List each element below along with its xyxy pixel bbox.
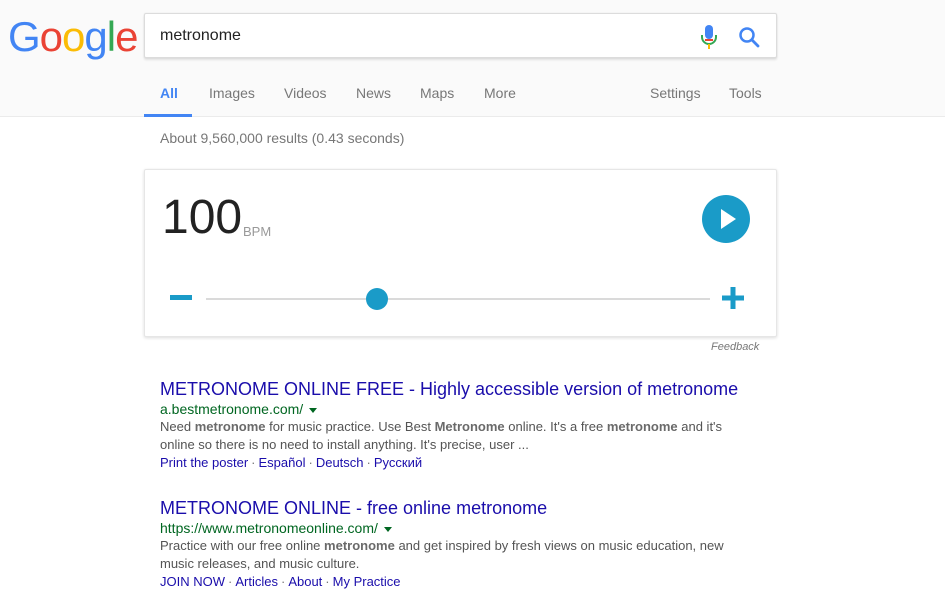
url-dropdown-caret-icon[interactable]	[309, 407, 318, 413]
sitelink-separator: ·	[280, 574, 286, 589]
play-button[interactable]	[702, 195, 750, 243]
plus-icon[interactable]	[722, 287, 744, 309]
metronome-card: 100 BPM	[144, 169, 777, 337]
logo-letter: l	[106, 13, 116, 60]
tempo-slider-thumb[interactable]	[366, 288, 389, 310]
logo-letter: e	[115, 13, 138, 60]
tab-all[interactable]: All	[160, 85, 178, 101]
search-result: METRONOME ONLINE - free online metronome…	[160, 497, 760, 591]
search-tabs: All Images Videos News Maps More Setting…	[0, 77, 945, 117]
snippet-text: for music practice. Use Best	[265, 419, 435, 434]
sitelink[interactable]: JOIN NOW	[160, 574, 225, 589]
bpm-unit: BPM	[243, 224, 272, 239]
result-url-text: a.bestmetronome.com/	[160, 401, 304, 417]
snippet-keyword: metronome	[606, 419, 678, 434]
search-header: Google metronome All Images Videos News …	[0, 0, 945, 117]
search-result: METRONOME ONLINE FREE - Highly accessibl…	[160, 378, 760, 472]
sitelink[interactable]: Articles	[235, 574, 278, 589]
result-snippet: Practice with our free online metronome …	[160, 537, 760, 573]
snippet-text: Practice with our free online	[160, 538, 325, 553]
sitelink[interactable]: My Practice	[333, 574, 401, 589]
snippet-text: Need	[160, 419, 195, 434]
sitelink-separator: ·	[251, 455, 256, 470]
sitelink-separator: ·	[308, 455, 313, 470]
tab-videos[interactable]: Videos	[284, 85, 327, 101]
bpm-value: 100	[162, 191, 243, 244]
sitelink[interactable]: Русский	[374, 455, 422, 470]
logo-letter: G	[8, 13, 41, 60]
logo-letter: o	[62, 13, 85, 60]
tab-images[interactable]: Images	[209, 85, 255, 101]
result-title-link[interactable]: METRONOME ONLINE FREE - Highly accessibl…	[160, 378, 760, 400]
result-url: https://www.metronomeonline.com/	[160, 519, 760, 537]
sitelink-separator: ·	[325, 574, 330, 589]
sitelink[interactable]: Español	[259, 455, 306, 470]
result-title-link[interactable]: METRONOME ONLINE - free online metronome	[160, 497, 760, 519]
sitelink[interactable]: Print the poster	[160, 455, 248, 470]
tab-news[interactable]: News	[356, 85, 391, 101]
search-input[interactable]: metronome	[160, 27, 241, 45]
sitelink-separator: ·	[228, 574, 233, 589]
logo-letter: o	[39, 13, 63, 60]
result-sitelinks: JOIN NOW · Articles · About · My Practice	[160, 573, 760, 591]
search-box[interactable]: metronome	[144, 13, 777, 58]
play-icon	[721, 209, 736, 229]
snippet-text: online. It's a free	[504, 419, 607, 434]
google-logo[interactable]: Google	[8, 13, 138, 61]
tempo-slider-track[interactable]	[206, 298, 710, 300]
snippet-keyword: Metronome	[434, 419, 505, 434]
tab-settings[interactable]: Settings	[650, 85, 701, 101]
tab-maps[interactable]: Maps	[420, 85, 454, 101]
microphone-icon[interactable]	[700, 24, 718, 50]
logo-letter: g	[84, 13, 107, 60]
result-url: a.bestmetronome.com/	[160, 400, 760, 418]
url-dropdown-caret-icon[interactable]	[383, 526, 392, 532]
snippet-keyword: metronome	[324, 538, 395, 553]
feedback-link[interactable]: Feedback	[711, 341, 759, 353]
result-snippet: Need metronome for music practice. Use B…	[160, 418, 760, 454]
sitelink-separator: ·	[366, 455, 371, 470]
tab-more[interactable]: More	[484, 85, 516, 101]
result-stats: About 9,560,000 results (0.43 seconds)	[160, 130, 405, 146]
sitelink[interactable]: About	[288, 574, 322, 589]
magnifier-icon[interactable]	[738, 26, 760, 48]
tab-tools[interactable]: Tools	[729, 85, 762, 101]
active-tab-indicator	[144, 114, 192, 117]
sitelink[interactable]: Deutsch	[316, 455, 364, 470]
result-sitelinks: Print the poster · Español · Deutsch · Русский	[160, 454, 760, 472]
result-url-text: https://www.metronomeonline.com/	[160, 520, 378, 536]
snippet-keyword: metronome	[194, 419, 266, 434]
minus-icon[interactable]	[170, 287, 192, 309]
